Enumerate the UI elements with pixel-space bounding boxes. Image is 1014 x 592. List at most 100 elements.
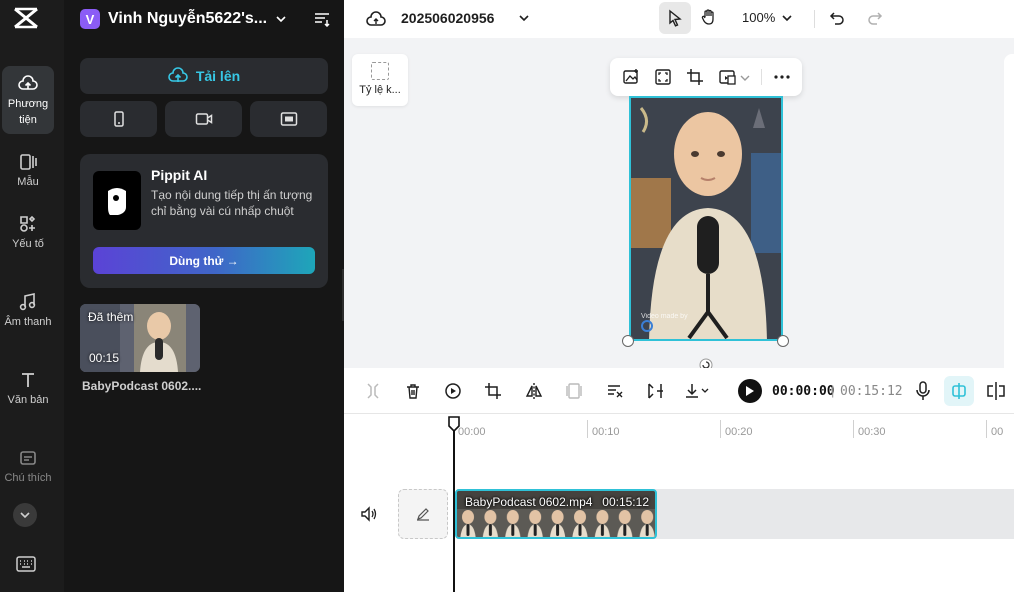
rail-item-audio[interactable]: Âm thanh: [2, 292, 54, 330]
workspace-switcher[interactable]: V Vinh Nguyễn5622's...: [80, 8, 330, 30]
rail-label-templates: Mẫu: [17, 176, 39, 188]
undo-icon[interactable]: [828, 9, 846, 27]
capcut-logo-icon[interactable]: [12, 6, 40, 30]
video-preview[interactable]: Video made by: [629, 96, 783, 341]
media-item-name: BabyPodcast 0602....: [82, 379, 202, 393]
select-tool-button[interactable]: [659, 2, 691, 34]
trim-icon[interactable]: [646, 382, 664, 400]
aspect-ratio-label: Tỷ lệ k...: [359, 84, 401, 96]
ruler-tick: [853, 420, 854, 438]
replace-media-icon[interactable]: [622, 68, 640, 86]
cloud-sync-icon[interactable]: [366, 10, 386, 28]
fit-frame-icon[interactable]: [654, 68, 672, 86]
download-icon[interactable]: [684, 382, 710, 400]
phone-upload-button[interactable]: [80, 101, 157, 137]
clip-duration: 00:15:12: [602, 495, 649, 509]
crop-icon[interactable]: [484, 382, 502, 400]
ruler-label: 00:00: [458, 426, 486, 438]
preview-canvas: Tỷ lệ k... Video made by: [344, 38, 1014, 494]
upload-button[interactable]: Tải lên: [80, 58, 328, 94]
resize-handle-bottom-left[interactable]: [622, 335, 634, 347]
media-panel: V Vinh Nguyễn5622's... Tải lên Pippit AI…: [64, 0, 344, 592]
pippit-description: Tạo nội dung tiếp thị ấn tượng chỉ bằng …: [151, 188, 313, 218]
aspect-ratio-icon: [371, 62, 389, 80]
cloud-upload-icon: [168, 67, 188, 82]
rail-item-elements[interactable]: Yếu tố: [2, 214, 54, 252]
text-icon: [22, 373, 34, 387]
more-options-icon[interactable]: [773, 68, 791, 86]
zoom-level[interactable]: 100%: [742, 10, 775, 25]
rail-label-media: Phương tiện: [7, 98, 49, 126]
sort-icon[interactable]: [314, 11, 330, 27]
snap-icon: [952, 383, 966, 399]
crop-icon[interactable]: [686, 68, 704, 86]
ruler-tick: [986, 420, 987, 438]
upload-label: Tải lên: [195, 68, 241, 84]
timeline-toolbar: 00:00:00 | 00:15:12: [344, 368, 1014, 414]
mirror-icon[interactable]: [525, 382, 543, 400]
volume-icon[interactable]: [360, 506, 378, 522]
rail-item-captions[interactable]: Chú thích: [2, 448, 54, 486]
rail-label-captions: Chú thích: [4, 472, 52, 484]
split-view-icon[interactable]: [986, 381, 1006, 401]
chevron-down-icon[interactable]: [781, 12, 793, 24]
remove-background-icon[interactable]: [606, 382, 624, 400]
chevron-down-icon[interactable]: [740, 68, 750, 86]
cloud-upload-icon: [18, 75, 38, 90]
media-duration: 00:15: [89, 351, 120, 365]
microphone-icon[interactable]: [914, 381, 932, 401]
total-time: 00:15:12: [840, 384, 903, 399]
rail-item-media[interactable]: Phương tiện: [2, 66, 54, 134]
rail-label-audio: Âm thanh: [4, 316, 52, 328]
aspect-ratio-button[interactable]: Tỷ lệ k...: [352, 54, 408, 106]
video-clip[interactable]: BabyPodcast 0602.mp4 00:15:12: [455, 489, 657, 539]
timeline[interactable]: 00:00 00:10 00:20 00:30 00 BabyPodcast 0…: [344, 414, 1014, 592]
phone-icon: [113, 111, 124, 127]
left-rail: Phương tiện Mẫu Yếu tố Âm thanh Văn bản …: [0, 0, 64, 592]
added-badge: Đã thêm: [88, 310, 134, 324]
record-camera-button[interactable]: [165, 101, 242, 137]
edit-cover-button[interactable]: [398, 489, 448, 539]
try-now-button[interactable]: Dùng thử →: [93, 247, 315, 274]
resize-handle-bottom-right[interactable]: [777, 335, 789, 347]
replace-clip-icon[interactable]: [718, 68, 736, 86]
rail-label-text: Văn bản: [7, 394, 49, 406]
template-icon: [20, 154, 37, 170]
ruler-tick: [587, 420, 588, 438]
play-button[interactable]: [738, 379, 762, 403]
hand-tool-icon[interactable]: [700, 8, 718, 26]
playhead-handle-icon[interactable]: [447, 416, 461, 432]
auto-snap-toggle[interactable]: [944, 376, 974, 406]
workspace-avatar: V: [80, 9, 100, 29]
delete-icon[interactable]: [404, 382, 422, 400]
redo-icon[interactable]: [866, 9, 884, 27]
rail-label-elements: Yếu tố: [12, 238, 44, 250]
video-camera-icon: [195, 113, 212, 125]
ruler-tick: [720, 420, 721, 438]
pippit-ai-card: Pippit AI Tạo nội dung tiếp thị ấn tượng…: [80, 154, 328, 288]
media-item-thumbnail[interactable]: Đã thêm 00:15: [80, 304, 200, 372]
screen-record-icon: [280, 112, 297, 126]
preview-frame-image: [631, 98, 781, 339]
captions-icon: [20, 451, 36, 465]
current-time: 00:00:00: [772, 384, 835, 399]
pointer-icon: [669, 9, 682, 27]
keyboard-icon[interactable]: [16, 556, 36, 572]
speed-icon[interactable]: [444, 382, 462, 400]
freeze-frame-icon[interactable]: [565, 382, 583, 400]
rail-item-templates[interactable]: Mẫu: [2, 152, 54, 190]
pippit-title: Pippit AI: [151, 167, 208, 183]
pippit-bird-icon: [108, 187, 126, 215]
ruler-label: 00:10: [592, 426, 620, 438]
pippit-logo: [93, 171, 141, 230]
ruler-label: 00:30: [858, 426, 886, 438]
workspace-name: Vinh Nguyễn5622's...: [108, 10, 268, 27]
record-screen-button[interactable]: [250, 101, 327, 137]
project-title[interactable]: 202506020956: [401, 10, 494, 26]
playhead[interactable]: [453, 426, 455, 592]
rail-more-button[interactable]: [13, 503, 37, 527]
split-clip-icon[interactable]: [364, 382, 382, 400]
chevron-down-icon[interactable]: [518, 12, 530, 24]
rail-item-text[interactable]: Văn bản: [2, 370, 54, 408]
preview-watermark: Video made by: [641, 313, 688, 320]
